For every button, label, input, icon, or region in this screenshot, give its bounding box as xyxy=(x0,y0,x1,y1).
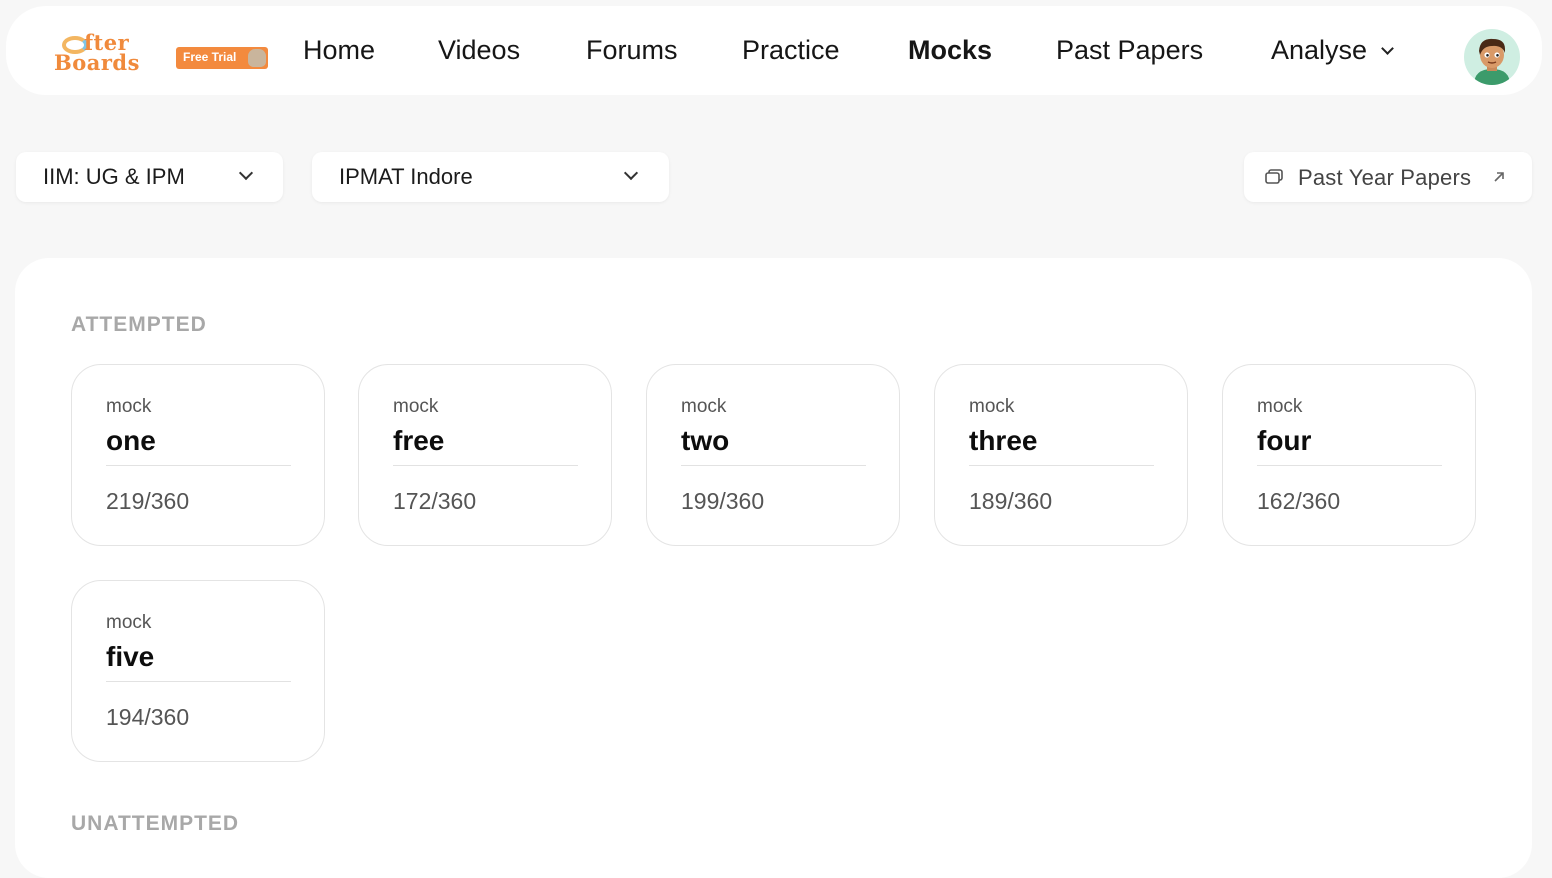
mocks-panel: ATTEMPTED mock one 219/360 mock free 172… xyxy=(15,258,1532,878)
user-avatar[interactable] xyxy=(1464,29,1520,85)
mock-card-four[interactable]: mock four 162/360 xyxy=(1222,364,1476,546)
mock-card-free[interactable]: mock free 172/360 xyxy=(358,364,612,546)
mock-score: 172/360 xyxy=(393,488,477,514)
divider xyxy=(106,465,291,466)
afterboards-logo[interactable]: fter Boards xyxy=(46,28,156,78)
mock-score: 199/360 xyxy=(681,488,765,514)
mock-kicker: mock xyxy=(393,396,439,417)
avatar-face-icon xyxy=(1474,38,1510,85)
nav-home[interactable]: Home xyxy=(303,35,375,66)
mock-kicker: mock xyxy=(106,396,152,417)
exam-value: IPMAT Indore xyxy=(339,164,473,189)
divider xyxy=(106,681,291,682)
divider xyxy=(681,465,866,466)
nav-videos[interactable]: Videos xyxy=(438,35,520,66)
mock-kicker: mock xyxy=(106,612,152,633)
top-navbar: fter Boards Free Trial Home Videos Forum… xyxy=(6,6,1542,95)
nav-practice[interactable]: Practice xyxy=(742,35,840,66)
past-year-papers-label: Past Year Papers xyxy=(1298,165,1472,190)
mock-card-five[interactable]: mock five 194/360 xyxy=(71,580,325,762)
nav-forums[interactable]: Forums xyxy=(586,35,678,66)
mock-card-one[interactable]: mock one 219/360 xyxy=(71,364,325,546)
attempted-section-title: ATTEMPTED xyxy=(71,313,207,336)
mock-card-two[interactable]: mock two 199/360 xyxy=(646,364,900,546)
mock-name: three xyxy=(969,425,1038,456)
unattempted-section-title: UNATTEMPTED xyxy=(71,812,240,835)
mock-score: 162/360 xyxy=(1257,488,1341,514)
mock-score: 189/360 xyxy=(969,488,1053,514)
free-trial-label: Free Trial xyxy=(183,50,237,64)
mock-card-three[interactable]: mock three 189/360 xyxy=(934,364,1188,546)
nav-mocks[interactable]: Mocks xyxy=(908,35,992,66)
chevron-down-icon xyxy=(238,165,254,181)
mock-kicker: mock xyxy=(969,396,1015,417)
nav-analyse[interactable]: Analyse xyxy=(1271,35,1394,66)
mock-name: four xyxy=(1257,425,1312,456)
chevron-down-icon xyxy=(623,165,639,181)
external-link-arrow-icon xyxy=(1494,172,1504,182)
free-trial-badge[interactable]: Free Trial xyxy=(176,47,268,69)
chevron-down-icon xyxy=(1381,42,1394,55)
nav-past-papers[interactable]: Past Papers xyxy=(1056,35,1203,66)
exam-group-value: IIM: UG & IPM xyxy=(43,164,185,189)
mock-kicker: mock xyxy=(1257,396,1303,417)
documents-icon xyxy=(1265,169,1283,184)
divider xyxy=(1257,465,1442,466)
divider xyxy=(969,465,1154,466)
mock-score: 194/360 xyxy=(106,704,190,730)
mock-name: free xyxy=(393,425,445,456)
mock-name: five xyxy=(106,641,155,672)
exam-select[interactable]: IPMAT Indore xyxy=(312,152,669,202)
past-year-papers-button[interactable]: Past Year Papers xyxy=(1244,152,1532,202)
mock-kicker: mock xyxy=(681,396,727,417)
exam-group-select[interactable]: IIM: UG & IPM xyxy=(16,152,283,202)
nav-analyse-label: Analyse xyxy=(1271,35,1368,65)
mock-score: 219/360 xyxy=(106,488,190,514)
divider xyxy=(393,465,578,466)
logo-text-line2: Boards xyxy=(54,50,140,75)
mock-name: two xyxy=(681,425,730,456)
cat-mascot-icon xyxy=(248,49,266,67)
mock-name: one xyxy=(106,425,156,456)
